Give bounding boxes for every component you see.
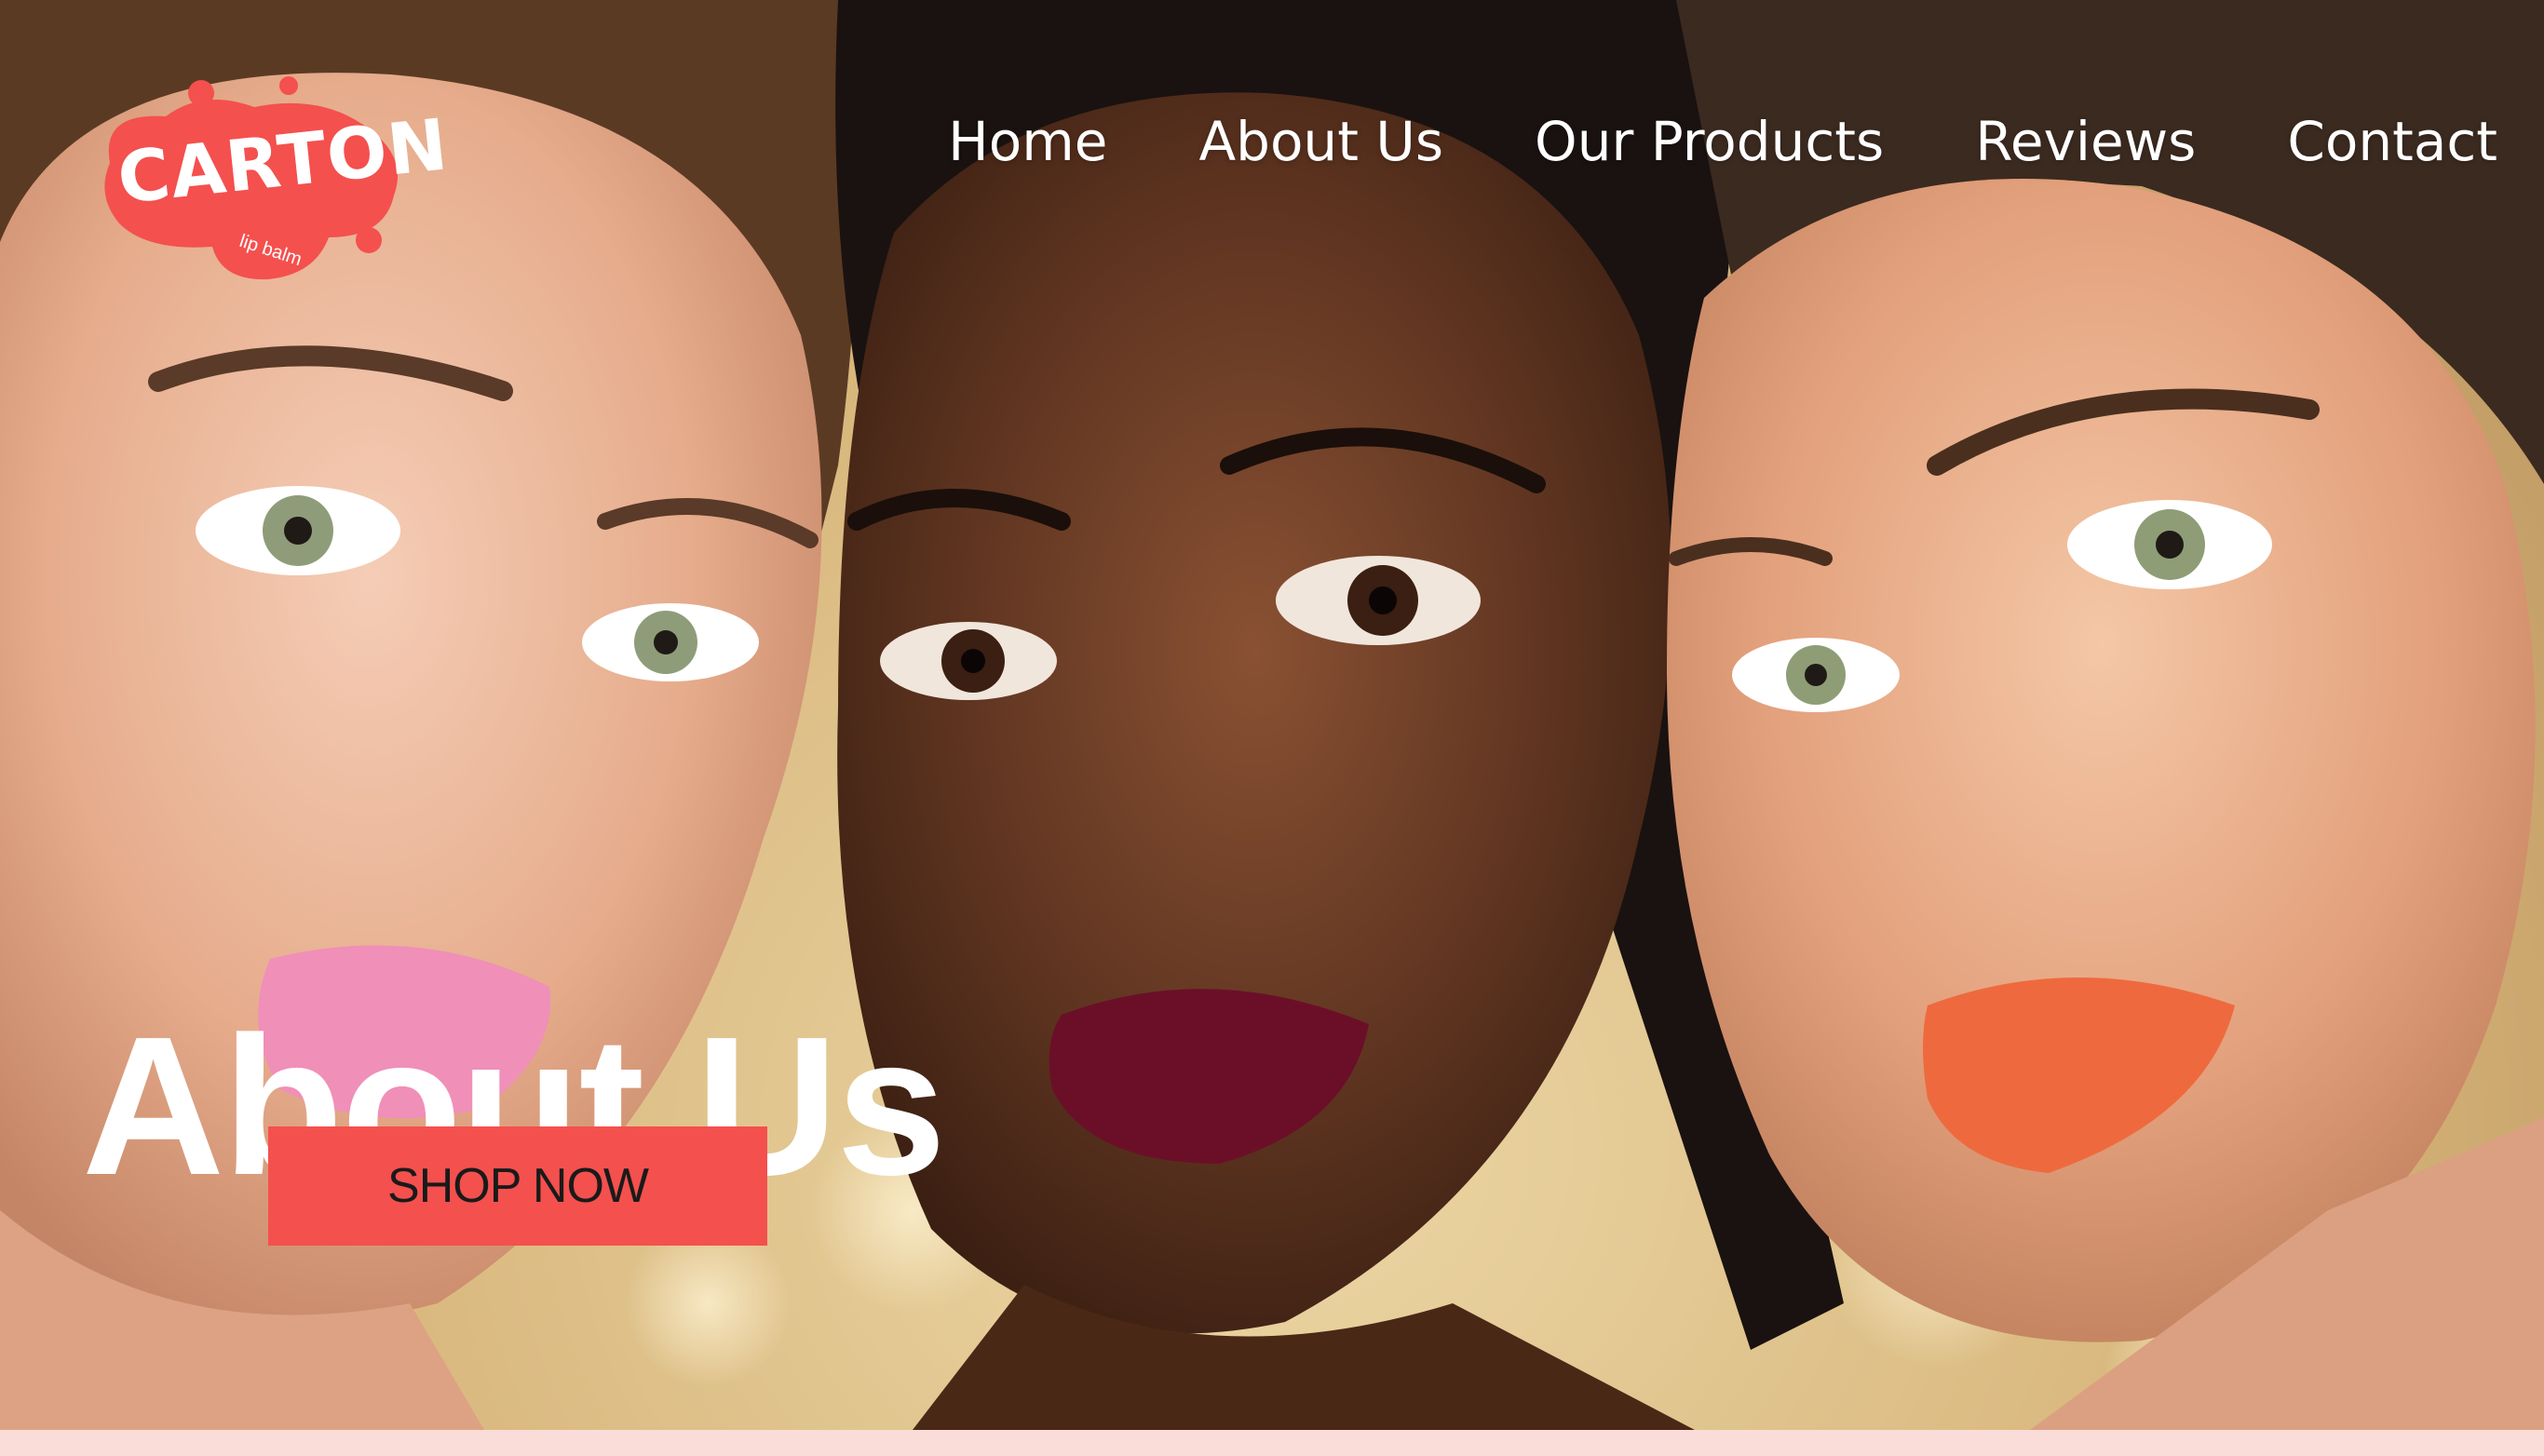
landing-page: CARTON lip balm Home About Us Our Produc… bbox=[0, 0, 2544, 1456]
nav-reviews[interactable]: Reviews bbox=[1975, 110, 2196, 173]
nav-our-products[interactable]: Our Products bbox=[1535, 110, 1884, 173]
nav-contact[interactable]: Contact bbox=[2287, 110, 2497, 173]
brand-logo[interactable]: CARTON lip balm bbox=[91, 74, 452, 289]
bottom-strip bbox=[0, 1430, 2544, 1456]
shop-now-button[interactable]: SHOP NOW bbox=[268, 1126, 767, 1246]
main-navigation: Home About Us Our Products Reviews Conta… bbox=[948, 110, 2497, 173]
nav-about-us[interactable]: About Us bbox=[1198, 110, 1443, 173]
nav-home[interactable]: Home bbox=[948, 110, 1107, 173]
